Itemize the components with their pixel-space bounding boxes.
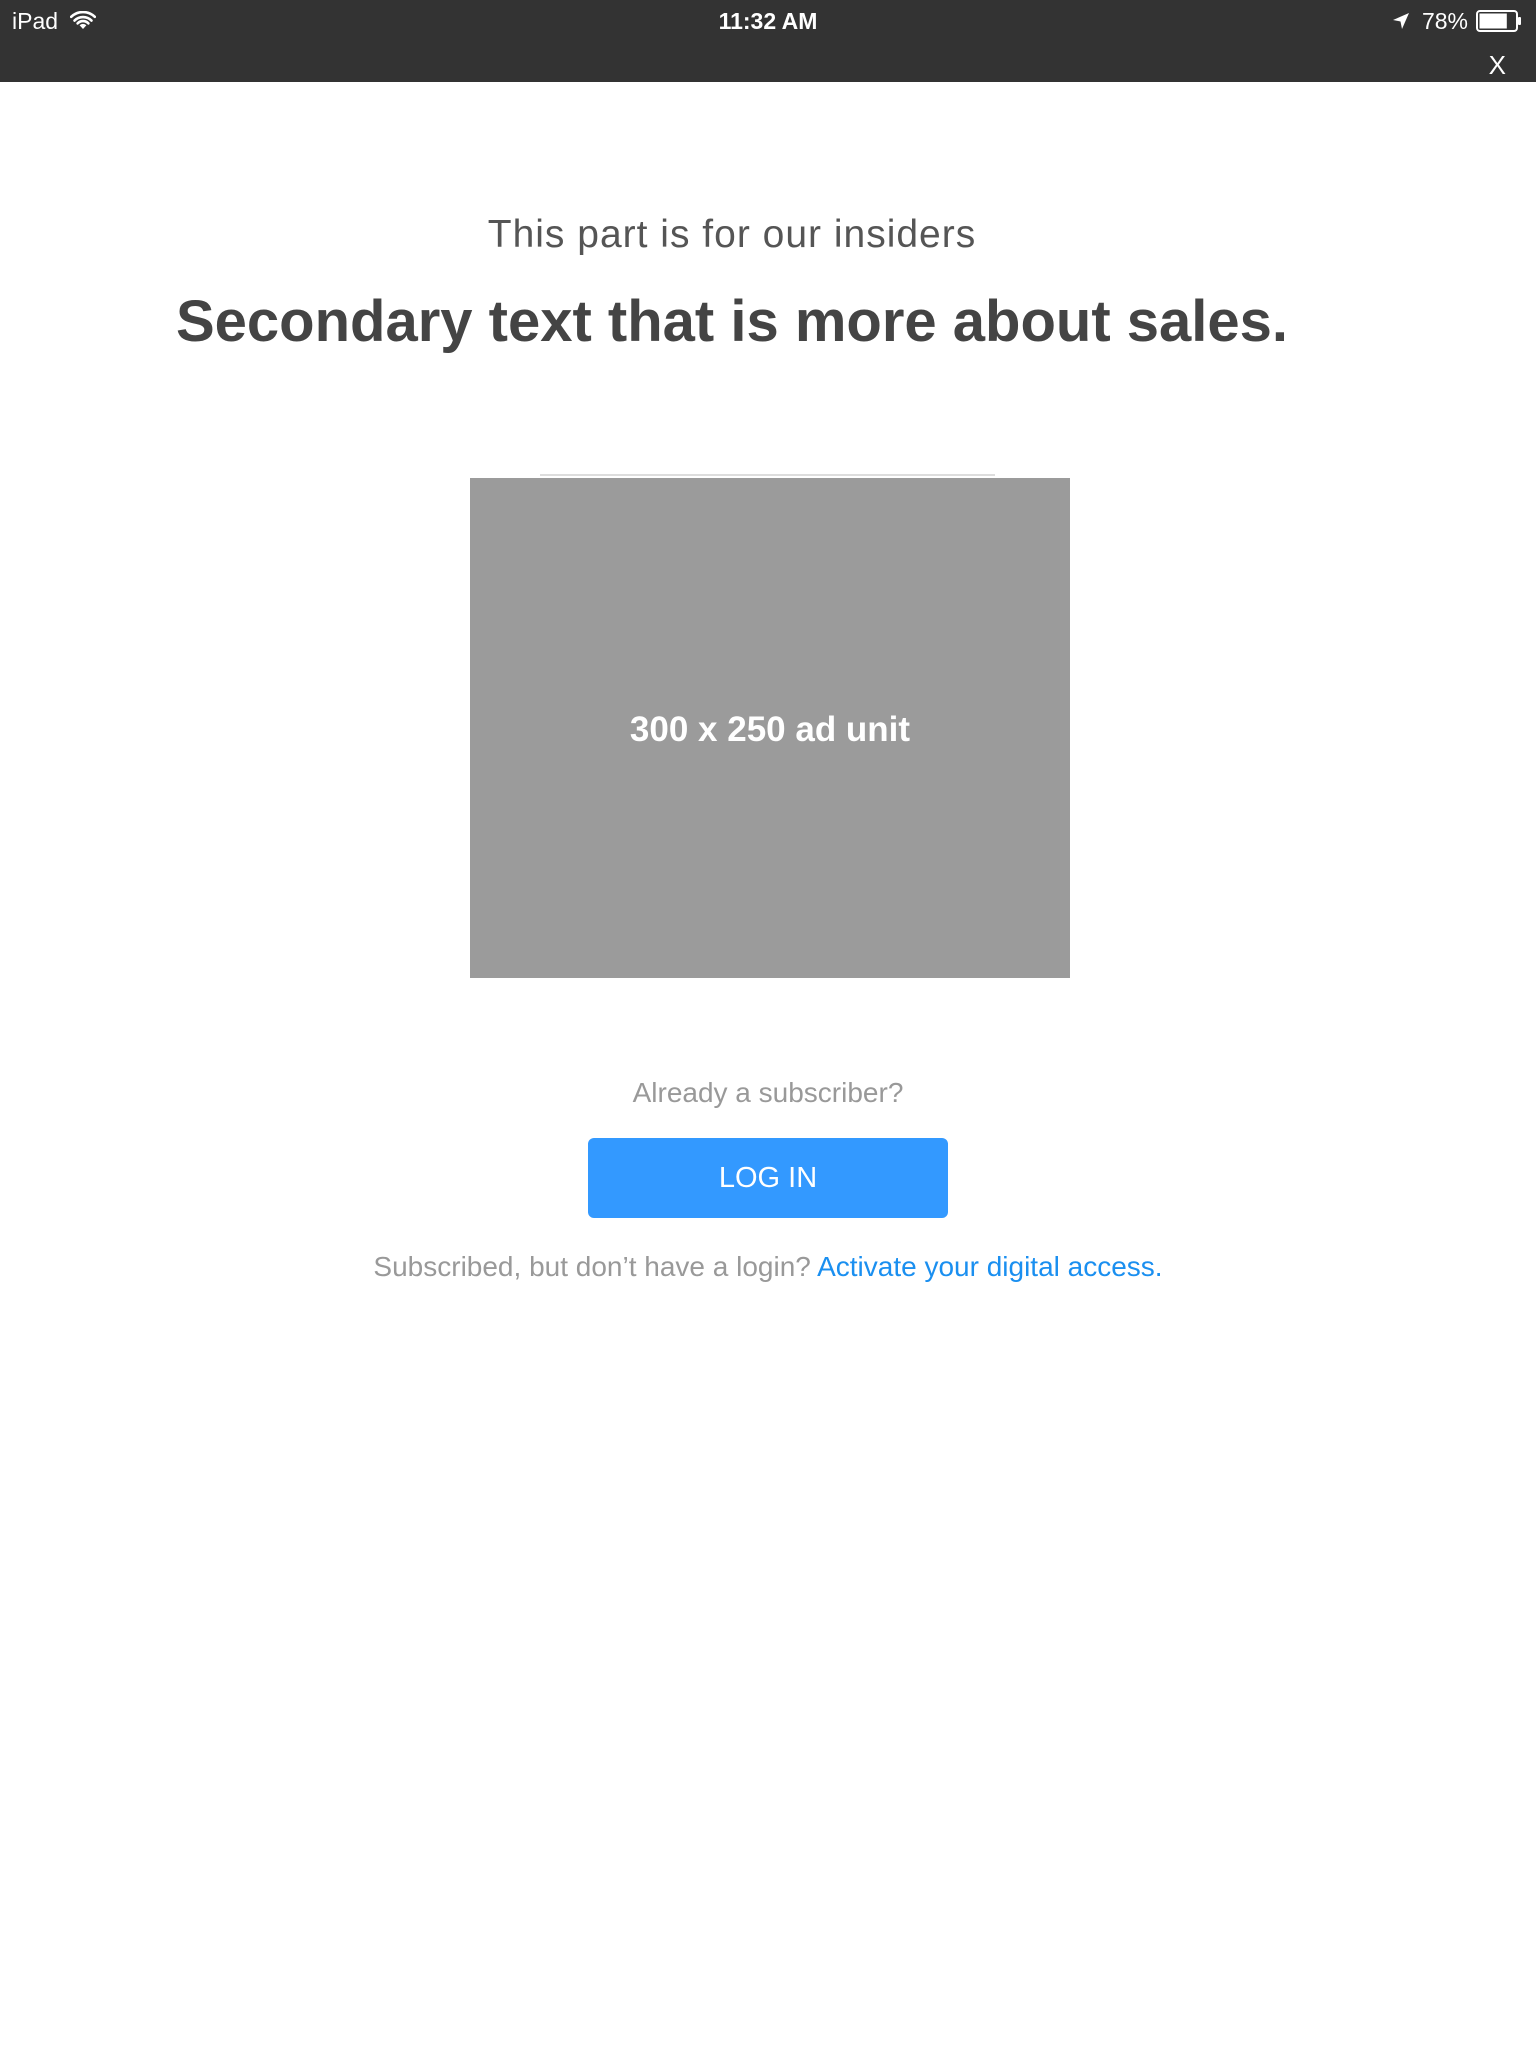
ad-unit[interactable]: 300 x 250 ad unit <box>470 478 1070 978</box>
activate-prompt: Subscribed, but don’t have a login? <box>373 1251 811 1282</box>
battery-percent: 78% <box>1421 8 1468 34</box>
close-button[interactable]: X <box>1489 50 1506 80</box>
battery-icon <box>1476 10 1522 32</box>
battery-fill <box>1479 13 1507 29</box>
subscriber-prompt: Already a subscriber? <box>632 1077 904 1108</box>
location-arrow-icon <box>1392 12 1410 30</box>
activate-line: Subscribed, but don’t have a login? Acti… <box>0 1250 1536 1284</box>
paywall-headline: Secondary text that is more about sales. <box>175 289 1289 354</box>
status-bar: iPad 11:32 AM 78% X <box>0 0 1536 82</box>
ad-top-divider <box>540 474 995 476</box>
activate-access-link[interactable]: Activate your digital access. <box>817 1251 1163 1282</box>
paywall-subtitle: This part is for our insiders <box>487 213 977 256</box>
login-button[interactable]: LOG IN <box>588 1138 948 1218</box>
ad-label: 300 x 250 ad unit <box>629 710 911 749</box>
status-right: 78% <box>1392 6 1522 36</box>
status-time: 11:32 AM <box>718 8 818 34</box>
